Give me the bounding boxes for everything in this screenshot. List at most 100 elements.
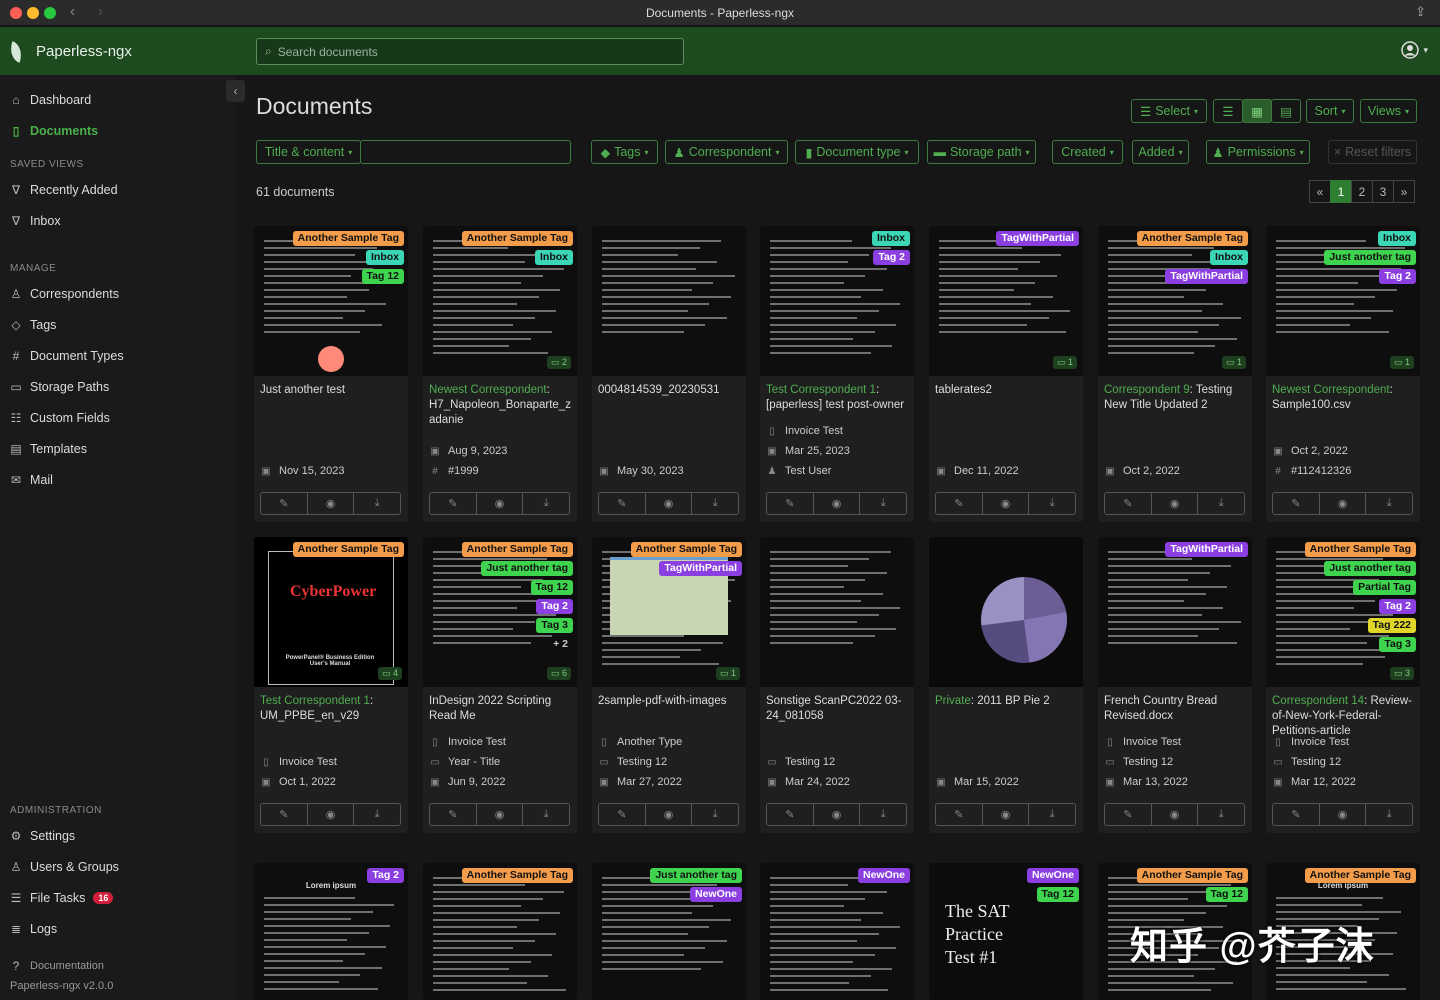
document-title[interactable]: 2sample-pdf-with-images [598,694,740,709]
page-2[interactable]: 2 [1351,180,1373,203]
document-card[interactable]: Another Sample Tag [423,863,577,1000]
notes-count-badge[interactable]: ▭ 1 [1389,356,1414,369]
select-button[interactable]: ☰ Select ▾ [1131,99,1207,123]
download-button[interactable]: ⤓ [1028,804,1075,825]
page-prev[interactable]: « [1309,180,1331,203]
sidebar-item-recently-added[interactable]: ∇ Recently Added [10,183,118,197]
tag-badge[interactable]: Tag 2 [536,599,573,614]
tag-badge[interactable]: NewOne [689,887,742,902]
document-card[interactable]: TagWithPartial ▭ 1 tablerates2 ▣ Dec 11, 202… [929,226,1083,522]
user-menu[interactable]: ▾ [1401,41,1428,59]
preview-button[interactable]: ◉ [475,804,523,825]
document-thumbnail[interactable]: Another Sample Tag Just another tag Tag 12… [423,537,577,687]
documentation-link[interactable]: ? Documentation [10,959,104,973]
document-thumbnail[interactable]: Inbox Tag 2 [760,226,914,376]
correspondent-link[interactable]: Test Correspondent 1 [766,384,876,396]
document-thumbnail[interactable]: Another Sample Tag TagWithPartial ▭ 1 [592,537,746,687]
document-title[interactable]: French Country Bread Revised.docx [1104,694,1246,724]
document-card[interactable]: 0004814539_20230531 ▣ May 30, 2023 ✎ ◉ ⤓ [592,226,746,522]
added-filter[interactable]: Added ▾ [1132,140,1189,164]
notes-count-badge[interactable]: ▭ 1 [1052,356,1077,369]
page-1[interactable]: 1 [1330,180,1352,203]
edit-button[interactable]: ✎ [261,804,307,825]
sidebar-item-document-types[interactable]: # Document Types [10,349,124,363]
preview-button[interactable]: ◉ [1318,804,1366,825]
preview-button[interactable]: ◉ [644,493,692,514]
notes-count-badge[interactable]: ▭ 4 [377,667,402,680]
document-thumbnail[interactable]: NewOne [760,863,914,1000]
sidebar-item-correspondents[interactable]: ♙ Correspondents [10,287,119,301]
tag-badge[interactable]: TagWithPartial [659,561,742,576]
document-thumbnail[interactable]: Another Sample Tag Inbox TagWithPartial ▭ 1 [1098,226,1252,376]
sidebar-item-mail[interactable]: ✉ Mail [10,473,53,487]
permissions-filter[interactable]: ♟ Permissions ▾ [1206,140,1310,164]
preview-button[interactable]: ◉ [812,493,860,514]
document-card[interactable]: The SAT Practice Test #1 NewOne Tag 12 [929,863,1083,1000]
sidebar-item-documents[interactable]: ▯ Documents [10,124,98,138]
document-thumbnail[interactable]: TagWithPartial ▭ 1 [929,226,1083,376]
document-title[interactable]: Test Correspondent 1: UM_PPBE_en_v29 [260,694,402,724]
tag-badge[interactable]: Tag 2 [873,250,910,265]
tag-badge[interactable]: Another Sample Tag [461,231,573,246]
document-title[interactable]: tablerates2 [935,383,1077,398]
preview-button[interactable]: ◉ [981,493,1029,514]
document-title[interactable]: Newest Correspondent: Sample100.csv [1272,383,1414,413]
tag-badge[interactable]: Another Sample Tag [1304,868,1416,883]
document-title[interactable]: 0004814539_20230531 [598,383,740,398]
notes-count-badge[interactable]: ▭ 3 [1389,667,1414,680]
document-thumbnail[interactable] [929,537,1083,687]
sort-button[interactable]: Sort ▾ [1306,99,1354,123]
document-card[interactable]: Another Sample Tag TagWithPartial ▭ 1 2samp… [592,537,746,833]
download-button[interactable]: ⤓ [1197,493,1244,514]
document-card[interactable]: Inbox Just another tag Tag 2 ▭ 1 Newest Corr… [1266,226,1420,522]
document-thumbnail[interactable]: The SAT Practice Test #1 NewOne Tag 12 [929,863,1083,1000]
document-title[interactable]: Test Correspondent 1: [paperless] test p… [766,383,908,413]
edit-button[interactable]: ✎ [767,804,813,825]
correspondent-link[interactable]: Correspondent 9 [1104,384,1190,396]
edit-button[interactable]: ✎ [1105,493,1151,514]
sidebar-item-settings[interactable]: ⚙ Settings [10,829,76,843]
views-button[interactable]: Views ▾ [1360,99,1417,123]
tag-badge[interactable]: Tag 2 [1379,599,1416,614]
document-card[interactable]: Private: 2011 BP Pie 2 ▣ Mar 15, 2022 ✎ ◉ ⤓ [929,537,1083,833]
tag-badge[interactable]: Inbox [872,231,910,246]
tag-badge[interactable]: Tag 2 [1379,269,1416,284]
document-card[interactable]: TagWithPartial French Country Bread Revis… [1098,537,1252,833]
tag-badge[interactable]: + 2 [548,637,573,652]
document-title[interactable]: Private: 2011 BP Pie 2 [935,694,1077,709]
tag-badge[interactable]: Just another tag [481,561,573,576]
download-button[interactable]: ⤓ [691,493,738,514]
tag-badge[interactable]: Inbox [1210,250,1248,265]
document-thumbnail[interactable]: Lorem ipsum Tag 2 [254,863,408,1000]
sidebar-item-logs[interactable]: ≣ Logs [10,922,57,936]
text-filter-input[interactable] [360,140,571,164]
document-thumbnail[interactable]: Another Sample Tag Inbox ▭ 2 [423,226,577,376]
tag-badge[interactable]: Inbox [366,250,404,265]
sidebar-item-dashboard[interactable]: ⌂ Dashboard [10,93,91,107]
tag-badge[interactable]: Tag 12 [1036,887,1079,902]
search-input[interactable] [277,44,658,59]
tag-badge[interactable]: Tag 3 [1379,637,1416,652]
sidebar-item-inbox[interactable]: ∇ Inbox [10,214,61,228]
document-thumbnail[interactable]: Another Sample Tag Just another tag Partia… [1266,537,1420,687]
document-card[interactable]: Another Sample Tag Inbox ▭ 2 Newest Corresp… [423,226,577,522]
correspondent-link[interactable]: Correspondent 14 [1272,695,1364,707]
tag-badge[interactable]: TagWithPartial [1165,269,1248,284]
sidebar-item-templates[interactable]: ▤ Templates [10,442,87,456]
brand-name[interactable]: Paperless-ngx [36,43,132,60]
edit-button[interactable]: ✎ [1273,804,1319,825]
tag-badge[interactable]: Partial Tag [1353,580,1416,595]
created-filter[interactable]: Created ▾ [1052,140,1123,164]
preview-button[interactable]: ◉ [306,804,354,825]
document-card[interactable]: Another Sample Tag Just another tag Tag 12… [423,537,577,833]
tag-badge[interactable]: Just another tag [650,868,742,883]
tag-badge[interactable]: TagWithPartial [1165,542,1248,557]
download-button[interactable]: ⤓ [522,493,569,514]
edit-button[interactable]: ✎ [1273,493,1319,514]
document-thumbnail[interactable] [760,537,914,687]
notes-count-badge[interactable]: ▭ 6 [546,667,571,680]
preview-button[interactable]: ◉ [1318,493,1366,514]
document-title[interactable]: Newest Correspondent: H7_Napoleon_Bonapa… [429,383,571,428]
search-box[interactable]: ⌕ [256,38,684,65]
document-thumbnail[interactable]: Just another tag NewOne [592,863,746,1000]
